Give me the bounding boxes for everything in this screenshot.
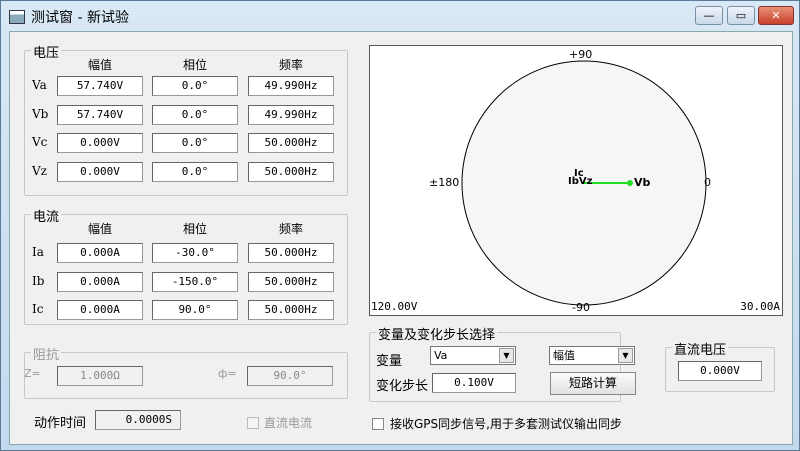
dc-current-checkbox[interactable] [247, 417, 259, 429]
column-header: 幅值 [87, 58, 112, 72]
amp-input[interactable]: 0.000A [57, 243, 143, 263]
freq-input[interactable]: 49.990Hz [248, 104, 334, 125]
variable-group-title: 变量及变化步长选择 [376, 324, 498, 343]
freq-input[interactable]: 50.000Hz [248, 300, 334, 320]
freq-input[interactable]: 49.990Hz [248, 76, 334, 96]
change-type-select[interactable]: 幅值 ▼ [549, 346, 635, 365]
change-type-value: 幅值 [553, 349, 575, 362]
vb-vector-tip [627, 180, 633, 186]
phase-input[interactable]: 90.0° [152, 300, 238, 320]
amp-input[interactable]: 0.000A [57, 271, 143, 292]
column-header: 相位 [182, 58, 207, 72]
amp-input[interactable]: 0.000V [57, 133, 143, 153]
step-input[interactable]: 0.100V [432, 373, 516, 393]
window-title: 测试窗 - 新试验 [31, 10, 129, 26]
phase-input[interactable]: 0.0° [152, 104, 238, 125]
ib-vz-label: IbVz [568, 176, 593, 187]
short-circuit-calc-button[interactable]: 短路计算 [550, 372, 636, 395]
impedance-group-title: 阻抗 [31, 344, 62, 363]
current-scale: 30.00A [740, 300, 780, 313]
row-label: Vc [32, 135, 48, 149]
action-time-field: 0.0000S [95, 410, 181, 430]
phase-input[interactable]: 0.0° [152, 161, 238, 182]
row-label: Ic [32, 302, 44, 316]
row-label: Va [32, 78, 47, 92]
phi-label: ф= [218, 367, 237, 380]
variable-value: Va [434, 349, 448, 362]
voltage-scale: 120.00V [371, 300, 418, 313]
action-time-label: 动作时间 [34, 416, 87, 431]
chevron-down-icon[interactable]: ▼ [499, 348, 514, 363]
phase-input[interactable]: 0.0° [152, 76, 238, 96]
column-header: 频率 [278, 58, 303, 72]
minimize-button[interactable]: — [695, 6, 723, 25]
label-minus-90: -90 [572, 301, 590, 314]
z-label: Z= [24, 367, 41, 380]
client-area: 电压 幅值 相位 频率 Va 57.740V 0.0° 49.990Hz Vb 57.740V 0… [9, 31, 793, 445]
window: 测试窗 - 新试验 — ▭ ✕ 电压 幅值 相位 频率 Va 57.740V 0.0° 49… [0, 0, 800, 451]
vb-label: Vb [634, 176, 651, 189]
amp-input[interactable]: 57.740V [57, 104, 143, 125]
freq-input[interactable]: 50.000Hz [248, 243, 334, 263]
label-0: 0 [704, 176, 711, 189]
phase-input[interactable]: 0.0° [152, 133, 238, 153]
phase-input[interactable]: -150.0° [152, 271, 238, 292]
label-plus-90: +90 [569, 48, 593, 61]
freq-input[interactable]: 50.000Hz [248, 161, 334, 182]
freq-input[interactable]: 50.000Hz [248, 133, 334, 153]
row-label: Ia [32, 245, 44, 259]
step-label: 变化步长 [376, 379, 429, 394]
dc-voltage-input[interactable]: 0.000V [678, 361, 762, 381]
z-input[interactable]: 1.000Ω [57, 366, 143, 386]
amp-input[interactable]: 57.740V [57, 76, 143, 96]
title-bar: 测试窗 - 新试验 [9, 7, 129, 27]
amp-input[interactable]: 0.000A [57, 300, 143, 320]
variable-select[interactable]: Va ▼ [430, 346, 516, 365]
column-header: 相位 [182, 222, 207, 236]
app-icon [9, 10, 25, 24]
row-label: Ib [32, 273, 45, 288]
gps-checkbox[interactable] [372, 418, 384, 430]
column-header: 频率 [278, 222, 303, 236]
gps-label: 接收GPS同步信号,用于多套测试仪输出同步 [390, 417, 622, 431]
phasor-diagram: +90 -90 ±180 0 120.00V 30.00A Ic IbVz Vb [369, 45, 783, 316]
column-header: 幅值 [87, 222, 112, 236]
row-label: Vz [32, 163, 47, 178]
variable-label: 变量 [376, 354, 403, 369]
dc-voltage-title: 直流电压 [672, 339, 729, 358]
maximize-button[interactable]: ▭ [727, 6, 755, 25]
chevron-down-icon[interactable]: ▼ [618, 348, 633, 363]
label-180: ±180 [429, 176, 460, 189]
freq-input[interactable]: 50.000Hz [248, 271, 334, 292]
phi-input[interactable]: 90.0° [247, 366, 333, 386]
dc-current-label: 直流电流 [264, 416, 313, 430]
amp-input[interactable]: 0.000V [57, 161, 143, 182]
row-label: Vb [32, 106, 49, 121]
close-button[interactable]: ✕ [758, 6, 794, 25]
phase-input[interactable]: -30.0° [152, 243, 238, 263]
